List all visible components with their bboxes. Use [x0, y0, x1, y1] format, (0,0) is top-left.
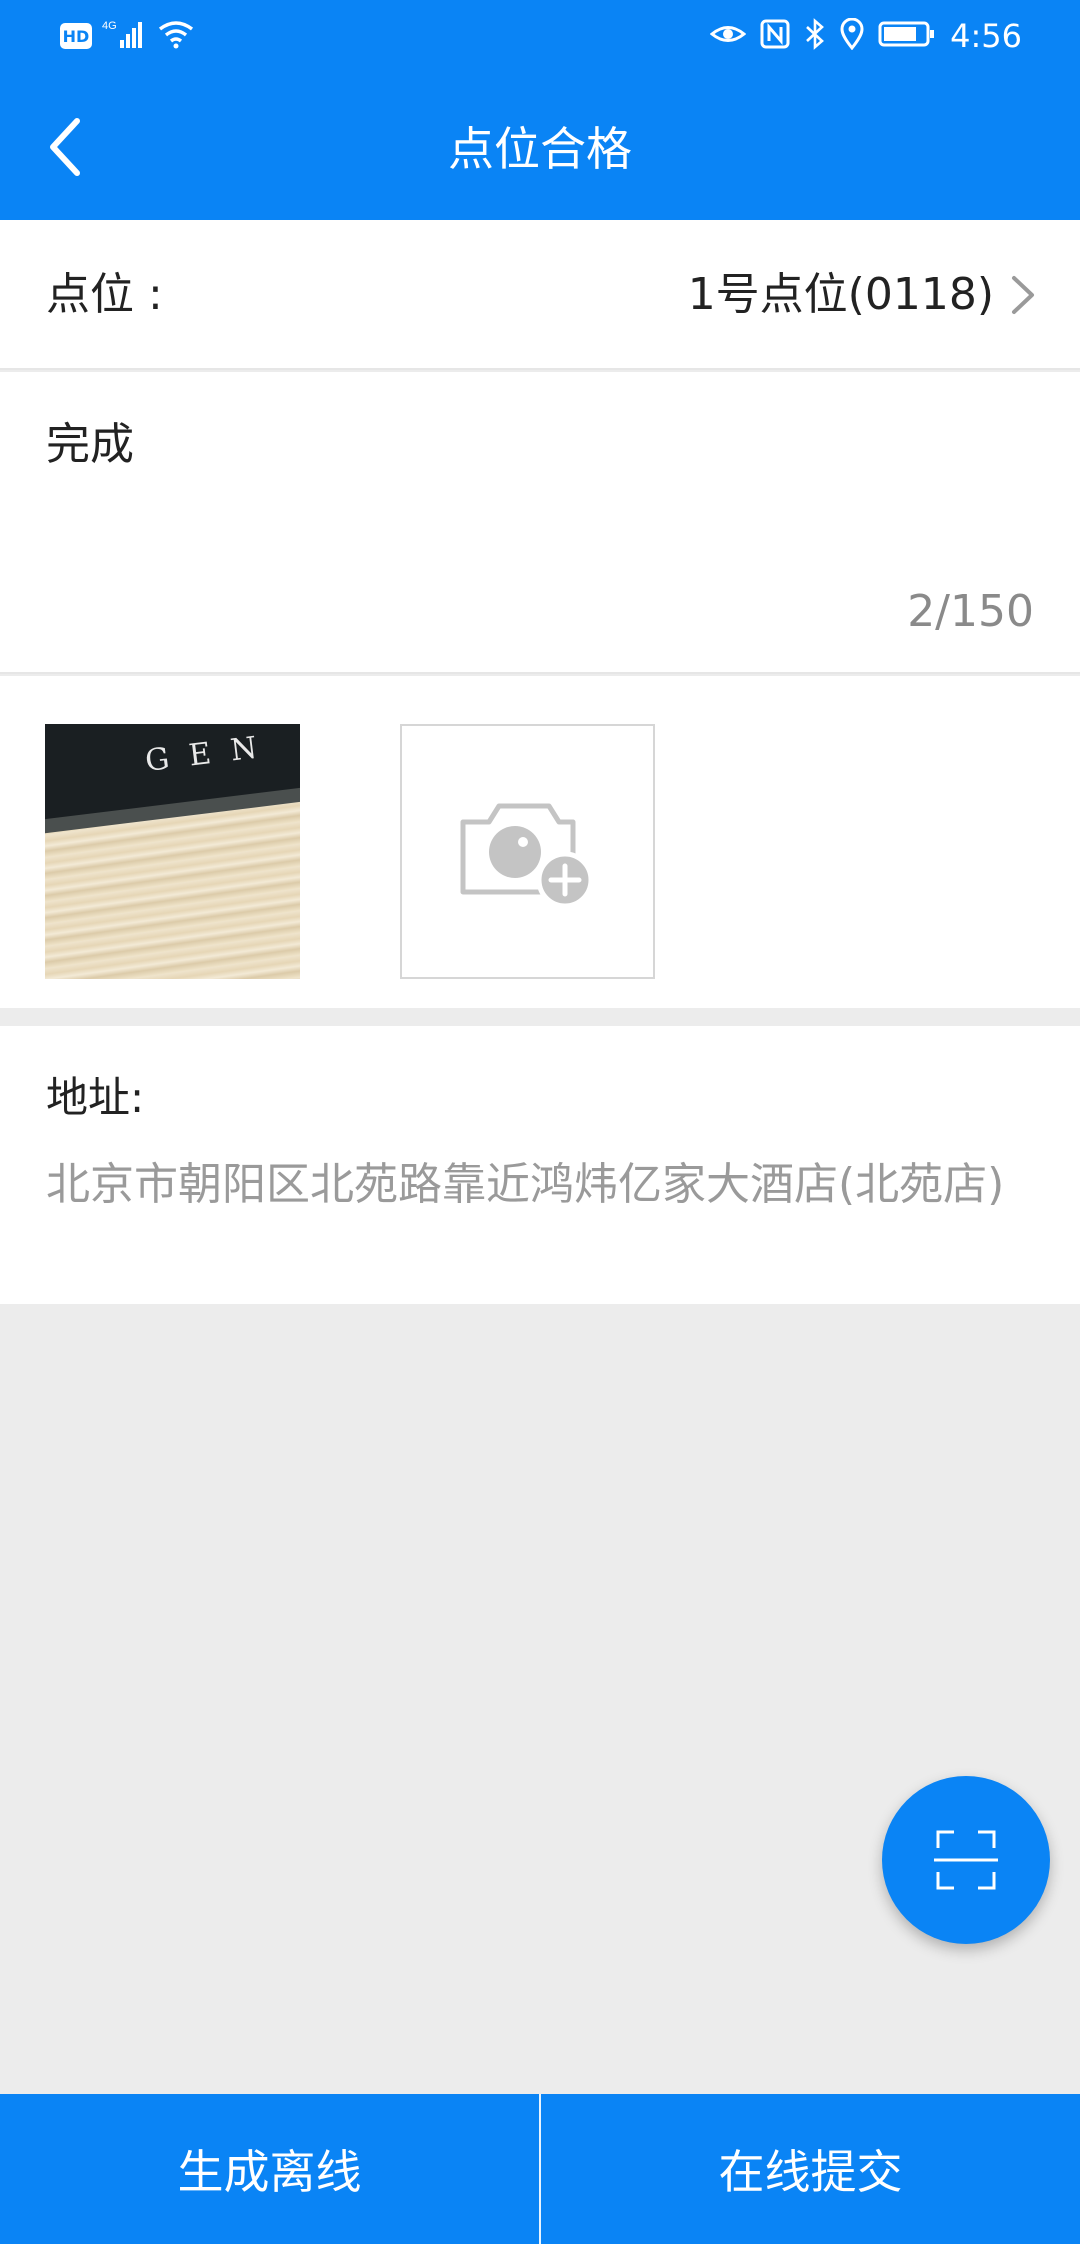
point-value: 1号点位(0118) [687, 269, 994, 320]
photo-section: GEN [0, 676, 1080, 1008]
bluetooth-icon [804, 18, 826, 54]
photo-thumbnail[interactable]: GEN [45, 724, 300, 979]
chevron-right-icon [1012, 276, 1034, 314]
generate-offline-button[interactable]: 生成离线 [0, 2094, 539, 2244]
scan-icon [934, 1830, 998, 1890]
eye-icon [709, 21, 747, 51]
nfc-icon [760, 19, 790, 53]
remark-text: 完成 [46, 419, 134, 470]
network-label: 4G [102, 20, 117, 32]
bottom-divider [539, 2094, 541, 2244]
section-gap [0, 1008, 1080, 1026]
location-icon [840, 17, 864, 54]
page-title: 点位合格 [448, 122, 632, 176]
status-time: 4:56 [950, 17, 1022, 55]
point-label: 点位 : [46, 269, 163, 320]
remark-textarea[interactable]: 完成 2/150 [0, 372, 1080, 674]
camera-add-icon [460, 803, 593, 908]
signal-icon: 4G [102, 18, 148, 54]
point-selector-row[interactable]: 点位 : 1号点位(0118) [0, 220, 1080, 370]
chevron-left-icon [50, 118, 80, 176]
address-label: 地址: [46, 1073, 145, 1122]
submit-online-button[interactable]: 在线提交 [541, 2094, 1080, 2244]
status-left: HD 4G [60, 18, 194, 54]
address-section: 地址: 北京市朝阳区北苑路靠近鸿炜亿家大酒店(北苑店) [0, 1026, 1080, 1304]
add-photo-button[interactable] [400, 724, 655, 979]
hd-icon: HD [60, 23, 92, 49]
bottom-action-bar: 生成离线 在线提交 [0, 2094, 1080, 2244]
address-value: 北京市朝阳区北苑路靠近鸿炜亿家大酒店(北苑店) [46, 1159, 1005, 1210]
nav-bar: 点位合格 [0, 72, 1080, 220]
back-button[interactable] [30, 112, 100, 182]
scan-button[interactable] [882, 1776, 1050, 1944]
status-bar: HD 4G 4:56 [0, 0, 1080, 72]
battery-icon [878, 20, 936, 52]
wifi-icon [158, 19, 194, 53]
status-right: 4:56 [709, 16, 1022, 56]
char-counter: 2/150 [907, 586, 1034, 637]
